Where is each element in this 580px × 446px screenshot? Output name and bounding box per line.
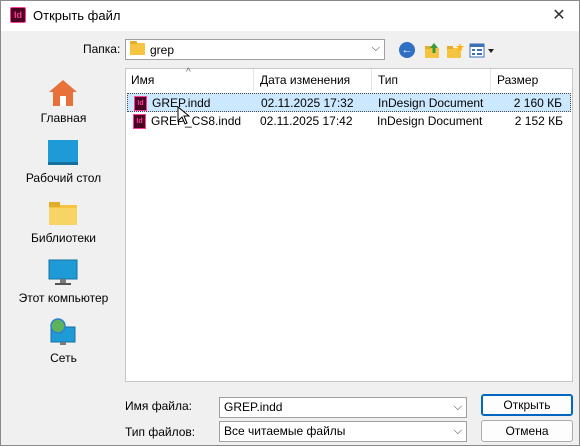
column-size-label: Размер bbox=[497, 73, 539, 87]
view-menu-icon[interactable] bbox=[468, 41, 496, 61]
file-name: GREP_CS8.indd bbox=[151, 114, 242, 128]
column-type-label: Тип bbox=[378, 73, 399, 87]
computer-icon bbox=[48, 259, 78, 285]
network-icon bbox=[50, 318, 76, 345]
chevron-down-icon[interactable]: ⌵ bbox=[454, 398, 462, 417]
open-button[interactable]: Открыть bbox=[481, 394, 573, 416]
place-home[interactable]: Главная bbox=[9, 73, 118, 133]
back-arrow-icon[interactable]: ← bbox=[399, 42, 415, 58]
column-header-name[interactable]: ^ Имя bbox=[126, 67, 254, 91]
indesign-file-icon: Id bbox=[133, 114, 146, 129]
new-folder-icon[interactable] bbox=[445, 41, 465, 61]
column-header-type[interactable]: Тип bbox=[373, 69, 491, 91]
folder-up-icon[interactable] bbox=[422, 41, 442, 61]
chevron-down-icon: ⌵ bbox=[453, 425, 462, 437]
file-date: 02.11.2025 17:42 bbox=[260, 114, 353, 128]
place-network[interactable]: Сеть bbox=[9, 313, 118, 373]
indesign-app-icon: Id bbox=[10, 7, 26, 23]
file-type: InDesign Document bbox=[377, 114, 483, 128]
folder-name: grep bbox=[150, 43, 175, 57]
chevron-down-icon: ⌵ bbox=[371, 42, 380, 54]
place-label: Этот компьютер bbox=[18, 291, 109, 305]
filetype-label: Тип файлов: bbox=[125, 425, 196, 439]
filetype-value: Все читаемые файлы bbox=[224, 424, 346, 438]
folder-select[interactable]: grep ⌵ bbox=[125, 39, 385, 60]
desktop-icon bbox=[48, 140, 78, 165]
filename-value: GREP.indd bbox=[224, 400, 283, 414]
folder-label: Папка: bbox=[83, 42, 121, 56]
column-header-size[interactable]: Размер bbox=[492, 69, 572, 91]
column-name-label: Имя bbox=[131, 73, 155, 87]
file-size: 2 152 КБ bbox=[514, 114, 563, 128]
libraries-icon bbox=[49, 202, 77, 225]
mouse-cursor-icon bbox=[177, 106, 191, 125]
close-button[interactable]: ✕ bbox=[547, 5, 571, 27]
column-header-date[interactable]: Дата изменения bbox=[255, 69, 372, 91]
window-title: Открыть файл bbox=[33, 8, 121, 23]
place-computer[interactable]: Этот компьютер bbox=[9, 253, 118, 313]
filename-input[interactable]: GREP.indd ⌵ bbox=[219, 397, 467, 418]
filetype-select[interactable]: Все читаемые файлы ⌵ bbox=[219, 421, 467, 442]
place-label: Сеть bbox=[50, 351, 77, 365]
file-row[interactable]: Id GREP_CS8.indd 02.11.2025 17:42 InDesi… bbox=[127, 112, 571, 131]
file-row[interactable]: Id GREP.indd 02.11.2025 17:32 InDesign D… bbox=[127, 93, 571, 112]
cancel-button[interactable]: Отмена bbox=[481, 420, 573, 442]
filename-label: Имя файла: bbox=[125, 399, 192, 413]
place-libraries[interactable]: Библиотеки bbox=[9, 193, 118, 253]
indesign-file-icon: Id bbox=[134, 96, 147, 111]
file-date: 02.11.2025 17:32 bbox=[261, 96, 354, 110]
file-size: 2 160 КБ bbox=[513, 96, 562, 110]
sort-ascending-icon: ^ bbox=[186, 67, 191, 78]
folder-icon bbox=[130, 41, 145, 55]
place-label: Библиотеки bbox=[30, 231, 96, 245]
place-label: Рабочий стол bbox=[25, 171, 102, 185]
column-date-label: Дата изменения bbox=[260, 73, 351, 87]
file-type: InDesign Document bbox=[378, 96, 484, 110]
open-file-dialog: Id Открыть файл ✕ Папка: grep ⌵ ← Главна… bbox=[0, 0, 580, 446]
title-bar: Id Открыть файл ✕ bbox=[1, 1, 579, 31]
place-desktop[interactable]: Рабочий стол bbox=[9, 133, 118, 193]
place-label: Главная bbox=[40, 111, 87, 125]
places-bar: Главная Рабочий стол Библиотеки Этот ком… bbox=[9, 69, 118, 381]
home-icon bbox=[49, 80, 77, 106]
